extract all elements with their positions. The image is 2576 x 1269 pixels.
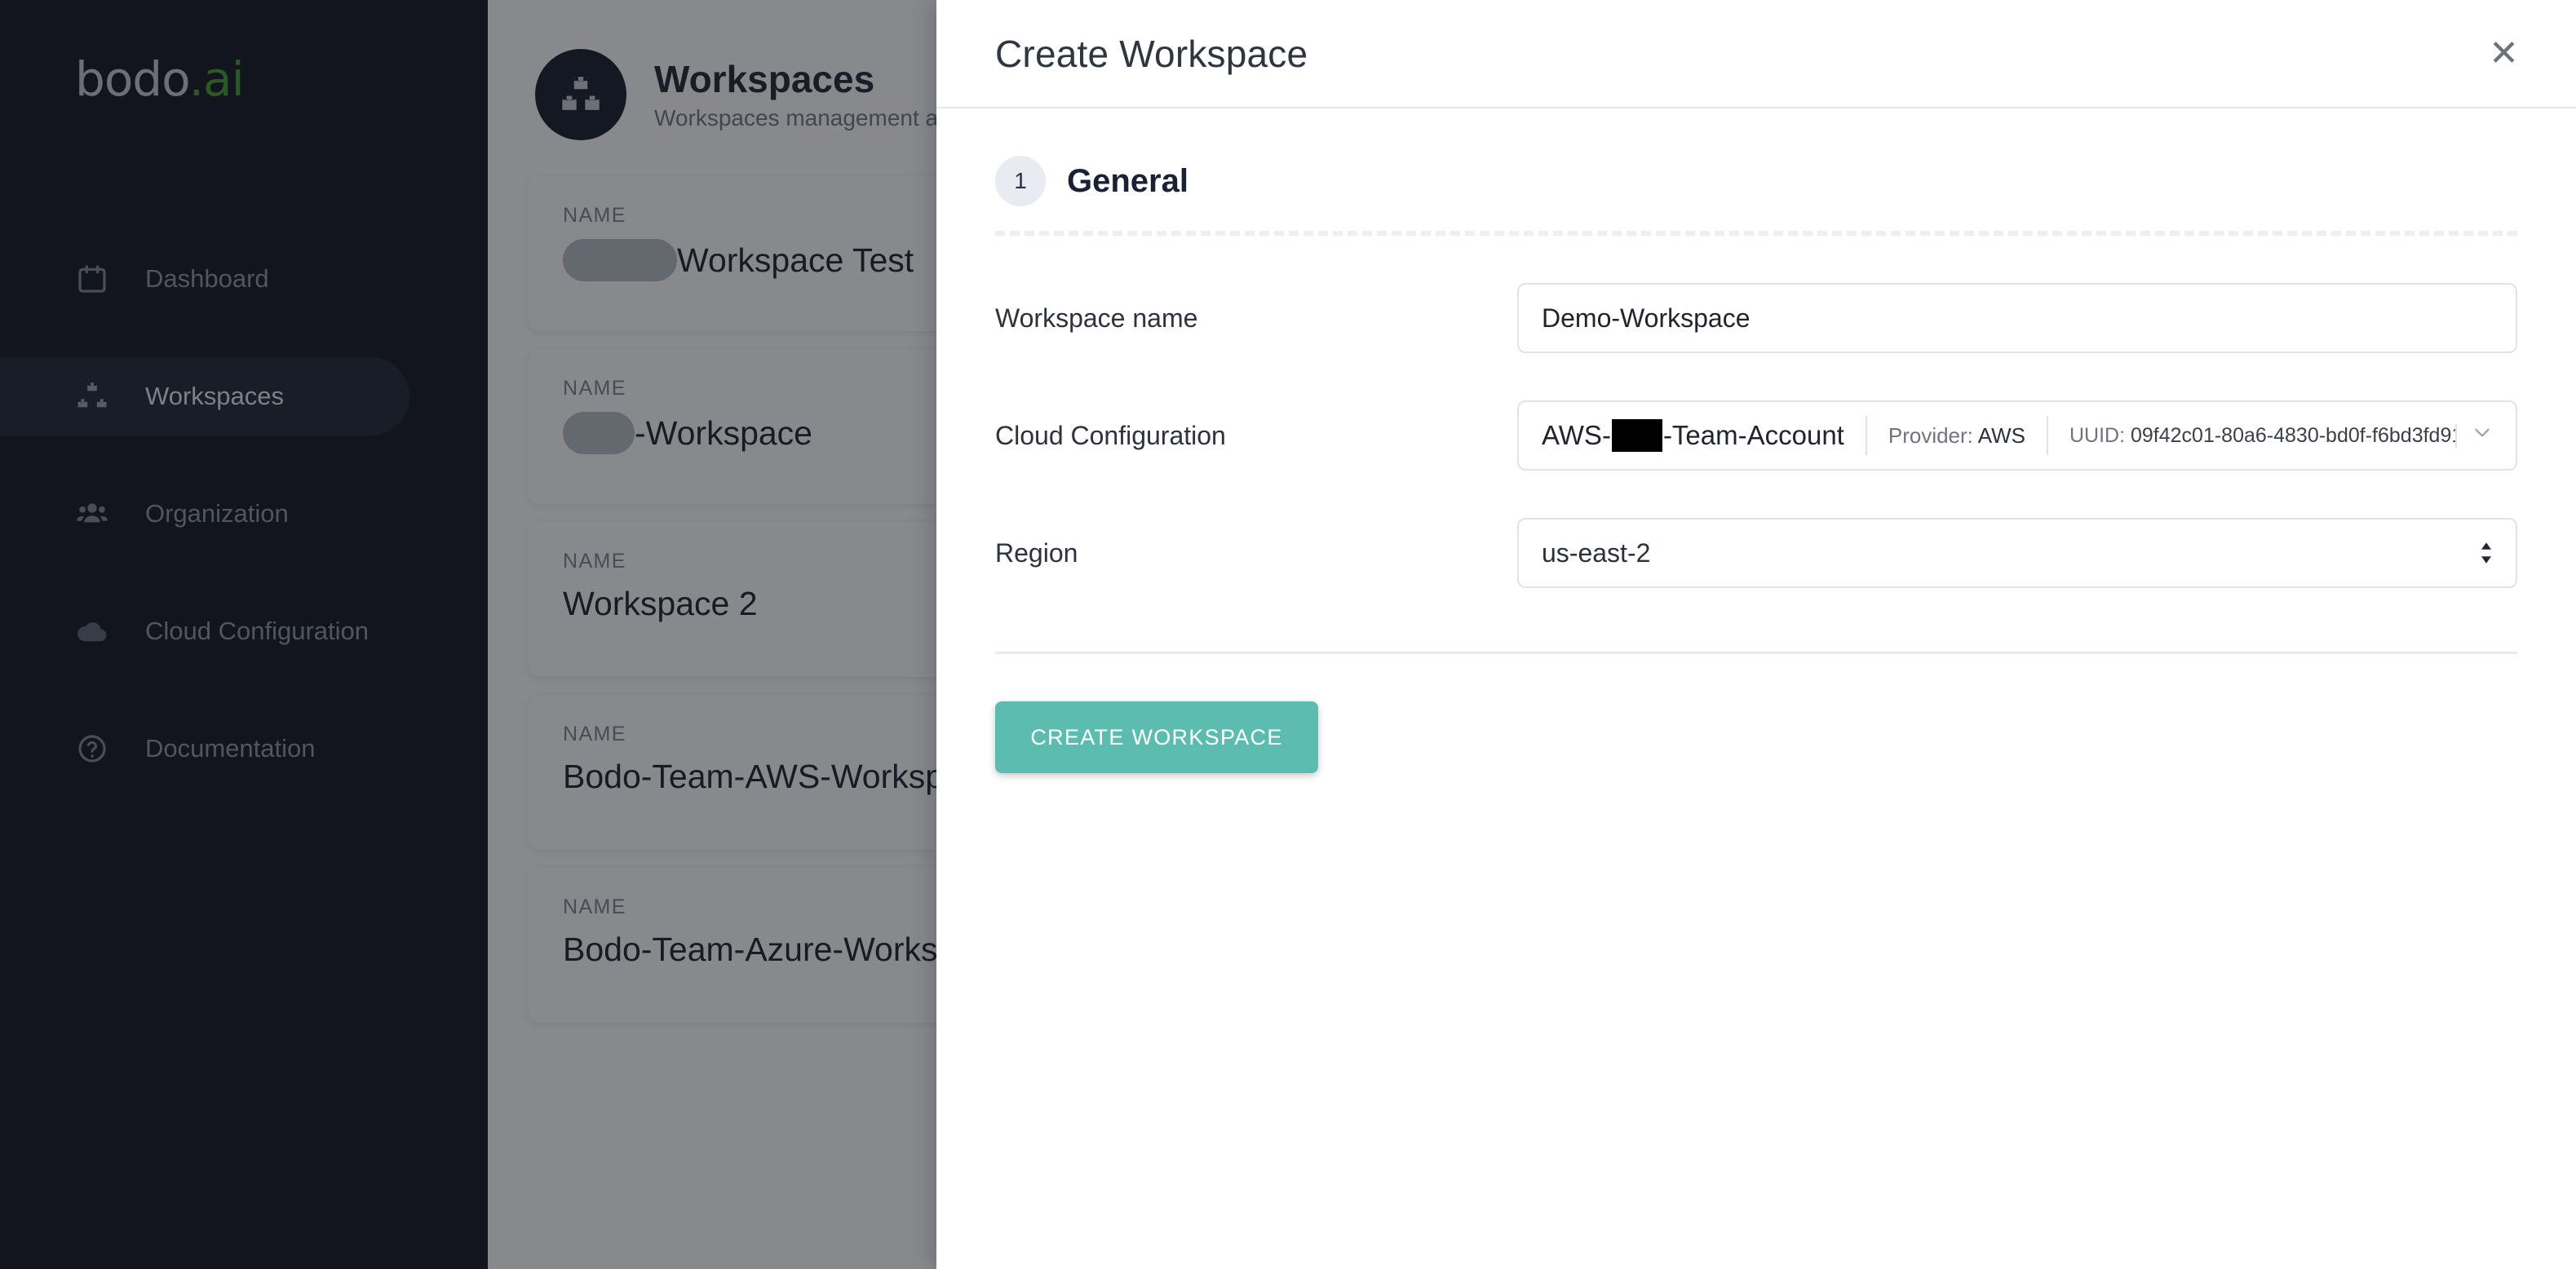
cloud-configuration-label: Cloud Configuration (995, 420, 1226, 450)
stepper-updown-icon[interactable] (2478, 541, 2494, 565)
cloud-configuration-provider: Provider: AWS (1867, 423, 2047, 449)
workspace-name-label: Workspace name (995, 303, 1198, 333)
cloud-configuration-row: Cloud Configuration AWS- -Team-Account Pr… (995, 400, 2517, 471)
modal-header: Create Workspace ✕ (936, 0, 2576, 108)
account-prefix: AWS- (1542, 420, 1611, 450)
region-select[interactable]: us-east-2 (1517, 518, 2517, 588)
region-value: us-east-2 (1542, 537, 1651, 568)
chevron-down-icon[interactable] (2470, 420, 2494, 451)
provider-value: AWS (1977, 422, 2025, 448)
step-title: General (1067, 162, 1188, 199)
region-label: Region (995, 537, 1078, 568)
cloud-configuration-uuid: UUID: 09f42c01-80a6-4830-bd0f-f6bd3fd91e (2048, 423, 2457, 448)
uuid-label: UUID: (2069, 423, 2126, 447)
account-suffix: -Team-Account (1662, 420, 1844, 450)
create-workspace-button[interactable]: CREATE WORKSPACE (995, 701, 1318, 773)
cloud-configuration-select[interactable]: AWS- -Team-Account Provider: AWS UUID: 09… (1517, 400, 2517, 471)
modal-body: 1 General Workspace name Demo-Workspace … (936, 108, 2576, 773)
region-row: Region us-east-2 (995, 518, 2517, 588)
workspace-name-input[interactable]: Demo-Workspace (1517, 283, 2517, 353)
section-divider (995, 231, 2517, 236)
step-header: 1 General (995, 108, 2517, 231)
create-workspace-modal: Create Workspace ✕ 1 General Workspace n… (936, 0, 2576, 1269)
uuid-value: 09f42c01-80a6-4830-bd0f-f6bd3fd91e (2130, 423, 2457, 447)
workspace-name-value: Demo-Workspace (1542, 303, 1751, 333)
modal-title: Create Workspace (995, 32, 1308, 75)
cloud-configuration-account-name: AWS- -Team-Account (1542, 419, 1866, 452)
redacted-account-segment (1611, 419, 1662, 452)
step-number-badge: 1 (995, 156, 1046, 206)
modal-footer-divider (995, 652, 2517, 654)
workspace-name-row: Workspace name Demo-Workspace (995, 283, 2517, 353)
provider-label: Provider: (1888, 422, 1973, 448)
close-icon[interactable]: ✕ (2477, 28, 2530, 80)
